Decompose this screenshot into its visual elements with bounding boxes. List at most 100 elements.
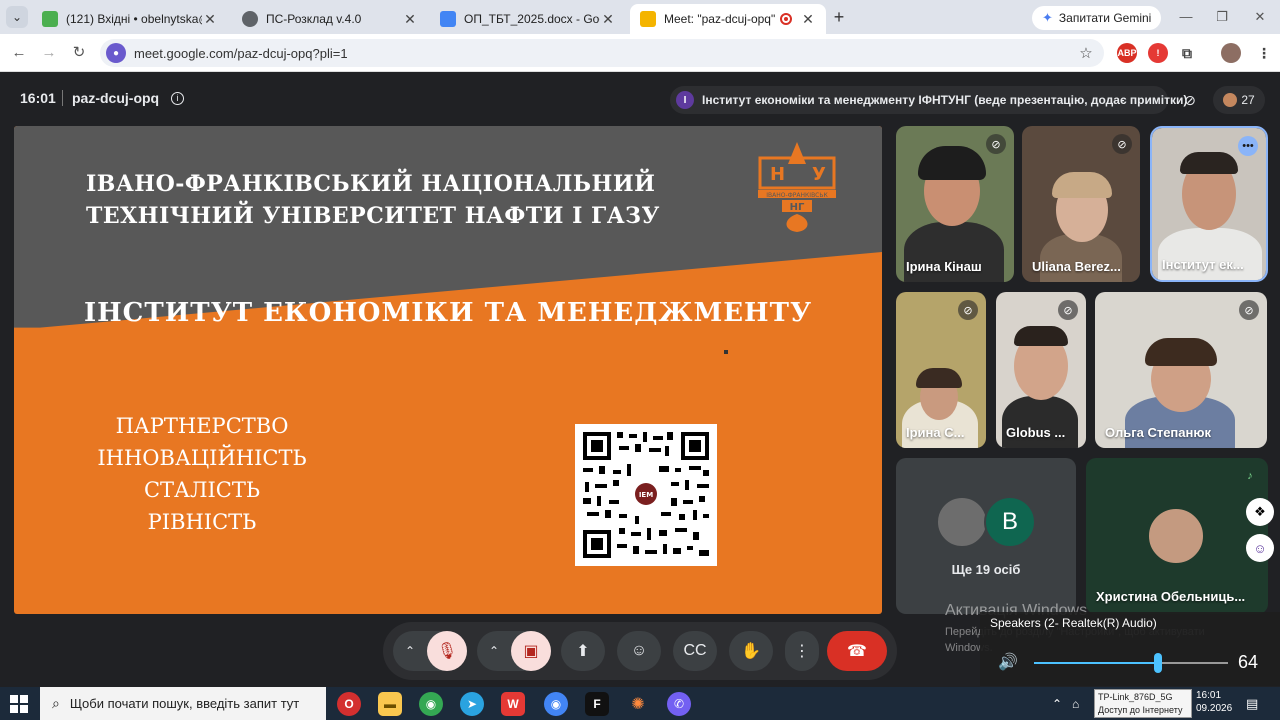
gemini-star-icon: ✦	[1042, 10, 1053, 25]
camera-options-chevron-icon[interactable]: ⌃	[479, 631, 509, 671]
values-list: ПАРТНЕРСТВО ІННОВАЦІЙНІСТЬ СТАЛІСТЬ РІВН…	[97, 414, 307, 534]
present-screen-button[interactable]: ⬆	[561, 631, 605, 671]
notifications-icon[interactable]: ▤	[1246, 687, 1258, 720]
participant-avatar	[936, 496, 988, 548]
participant-body	[1158, 228, 1262, 280]
presenter-banner[interactable]: І Інститут економіки та менеджменту ІФНТ…	[670, 86, 1187, 114]
reload-icon[interactable]: ↻	[68, 42, 90, 64]
recording-icon	[780, 13, 792, 25]
chrome-profile-app-icon[interactable]: ◉	[544, 692, 568, 716]
speaker-icon[interactable]: 🔊	[998, 652, 1018, 672]
search-icon: ⌕	[52, 695, 60, 711]
participant-tile[interactable]: ⊘ Ірина С...	[896, 292, 986, 448]
presentation-slide: ІВАНО-ФРАНКІВСЬКИЙ НАЦІОНАЛЬНИЙ ТЕХНІЧНИ…	[14, 126, 882, 614]
tab-search-chevron-icon[interactable]: ⌄	[6, 6, 28, 28]
participant-tile[interactable]: ⊘ Globus ...	[996, 292, 1086, 448]
mouse-cursor	[724, 350, 728, 354]
minimize-window-icon[interactable]: —	[1174, 6, 1198, 28]
activities-icon[interactable]: ❖	[1246, 498, 1274, 526]
burst-app-icon[interactable]: ✺	[626, 692, 650, 716]
more-options-button[interactable]: ⋮	[785, 631, 819, 671]
browser-menu-icon[interactable]: ⋮	[1254, 43, 1274, 63]
reactions-button[interactable]: ☺	[617, 631, 661, 671]
meeting-info-icon[interactable]: i	[171, 92, 184, 105]
browser-tab-meet[interactable]: Meet: "paz-dcuj-opq" ✕	[630, 4, 826, 34]
close-tab-icon[interactable]: ✕	[402, 11, 418, 28]
volume-slider-thumb[interactable]	[1154, 653, 1162, 673]
svg-text:ІВАНО-ФРАНКІВСЬК: ІВАНО-ФРАНКІВСЬК	[766, 192, 828, 199]
restore-window-icon[interactable]: ❐	[1210, 6, 1234, 28]
close-tab-icon[interactable]: ✕	[800, 11, 816, 28]
raise-hand-button[interactable]: ✋	[729, 631, 773, 671]
university-title: ІВАНО-ФРАНКІВСЬКИЙ НАЦІОНАЛЬНИЙ ТЕХНІЧНИ…	[86, 171, 660, 229]
speaking-mic-icon: ♪	[1247, 470, 1253, 482]
mail-icon	[42, 11, 58, 27]
browser-tab-strip: ⌄ (121) Вхідні • obelnytska@ukr.n ✕ ПС-Р…	[0, 0, 1280, 34]
camera-off-button[interactable]: ▣	[511, 631, 551, 671]
new-tab-button[interactable]: +	[828, 6, 850, 28]
system-clock[interactable]: 16:01 09.2026	[1196, 689, 1232, 715]
participant-avatar	[1146, 506, 1206, 566]
browser-toolbar: ← → ↻ ● meet.google.com/paz-dcuj-opq?pli…	[0, 34, 1280, 72]
participant-hair	[1145, 338, 1217, 366]
participants-button[interactable]: 27	[1213, 86, 1265, 114]
adblock-extension-icon[interactable]: ABP	[1117, 43, 1137, 63]
font-app-icon[interactable]: F	[585, 692, 609, 716]
qr-code: ІЕМ	[575, 424, 717, 566]
extensions-puzzle-icon[interactable]: ⧉	[1177, 43, 1197, 63]
chrome-app-icon[interactable]: ◉	[419, 692, 443, 716]
participant-tile[interactable]: ♪ Христина Обельниць...	[1086, 458, 1268, 614]
participant-tile[interactable]: ⊘ Ірина Кінаш	[896, 126, 1014, 282]
mic-off-button[interactable]: 🎙	[427, 631, 467, 671]
browser-tab-docs[interactable]: ОП_ТБТ_2025.docx - Google До ✕	[430, 4, 626, 34]
ask-gemini-button[interactable]: ✦ Запитати Gemini	[1032, 6, 1162, 30]
captions-off-icon[interactable]: ⊘	[1176, 86, 1204, 114]
taskbar-search[interactable]: ⌕ Щоби почати пошук, введіть запит тут	[40, 687, 326, 720]
participant-tile[interactable]: ⊘ Uliana Berez...	[1022, 126, 1140, 282]
profile-avatar[interactable]	[1221, 43, 1241, 63]
mic-off-icon: ⊘	[958, 300, 978, 320]
participant-tile[interactable]: ⊘ Ольга Степанюк	[1095, 292, 1267, 448]
more-options-icon[interactable]: •••	[1238, 136, 1258, 156]
site-info-icon[interactable]: ●	[106, 43, 126, 63]
svg-text:ІЕМ: ІЕМ	[639, 491, 653, 499]
captions-button[interactable]: CC	[673, 631, 717, 671]
mic-off-icon: ⊘	[1058, 300, 1078, 320]
meeting-controls: ⌃ 🎙 ⌃ ▣ ⬆ ☺ CC ✋ ⋮ ☎	[383, 622, 897, 680]
mic-options-chevron-icon[interactable]: ⌃	[395, 631, 425, 671]
tray-network-icon[interactable]: ⌂	[1072, 687, 1079, 720]
participant-avatar: B	[984, 496, 1036, 548]
leave-call-button[interactable]: ☎	[827, 631, 887, 671]
viber-app-icon[interactable]: ✆	[667, 692, 691, 716]
mic-off-icon: ⊘	[986, 134, 1006, 154]
address-bar[interactable]: ● meet.google.com/paz-dcuj-opq?pli=1 ☆	[100, 39, 1104, 67]
university-logo: Н У ІВАНО-ФРАНКІВСЬК НГ	[758, 142, 836, 232]
close-window-icon[interactable]: ✕	[1248, 6, 1272, 28]
close-tab-icon[interactable]: ✕	[600, 11, 616, 28]
tray-chevron-icon[interactable]: ⌃	[1052, 687, 1062, 720]
windows-start-icon[interactable]	[10, 695, 28, 713]
opera-app-icon[interactable]: O	[337, 692, 361, 716]
wps-office-app-icon[interactable]: W	[501, 692, 525, 716]
telegram-app-icon[interactable]: ➤	[460, 692, 484, 716]
volume-slider[interactable]	[1034, 653, 1228, 673]
bookmark-star-icon[interactable]: ☆	[1074, 44, 1098, 62]
extension-badge-icon[interactable]: !	[1148, 43, 1168, 63]
participant-hair	[1014, 326, 1068, 346]
participant-tile[interactable]: ••• Інститут ек...	[1150, 126, 1268, 282]
browser-tab-schedule[interactable]: ПС-Розклад v.4.0 ✕	[232, 4, 428, 34]
participant-avatar	[1223, 93, 1238, 107]
meeting-code: paz-dcuj-opq	[72, 90, 160, 106]
close-tab-icon[interactable]: ✕	[202, 11, 218, 28]
audio-device-label[interactable]: Speakers (2- Realtek(R) Audio)	[990, 616, 1157, 630]
presenter-label: Інститут економіки та менеджменту ІФНТУН…	[702, 93, 1188, 107]
browser-tab-mail[interactable]: (121) Вхідні • obelnytska@ukr.n ✕	[32, 4, 228, 34]
ai-companion-icon[interactable]: ☺	[1246, 534, 1274, 562]
back-arrow-icon[interactable]: ←	[8, 42, 30, 64]
participant-body	[1002, 396, 1078, 448]
forward-arrow-icon[interactable]: →	[38, 42, 60, 64]
more-participants-tile[interactable]: B Ще 19 осіб	[896, 458, 1076, 614]
header-divider	[62, 90, 63, 106]
file-explorer-icon[interactable]: ▬	[378, 692, 402, 716]
participant-hair	[916, 368, 962, 388]
